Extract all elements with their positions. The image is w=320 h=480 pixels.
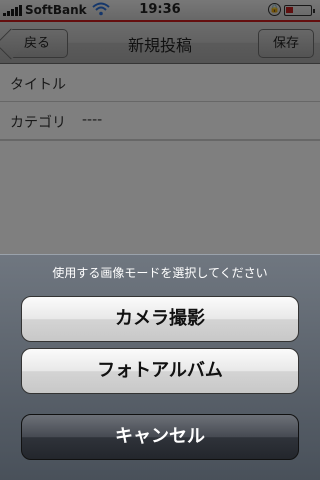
action-sheet: 使用する画像モードを選択してください カメラ撮影 フォトアルバム キャンセル [0,254,320,480]
cancel-button[interactable]: キャンセル [21,414,299,460]
photo-album-button[interactable]: フォトアルバム [21,348,299,394]
action-sheet-title: 使用する画像モードを選択してください [52,266,268,280]
camera-button[interactable]: カメラ撮影 [21,296,299,342]
